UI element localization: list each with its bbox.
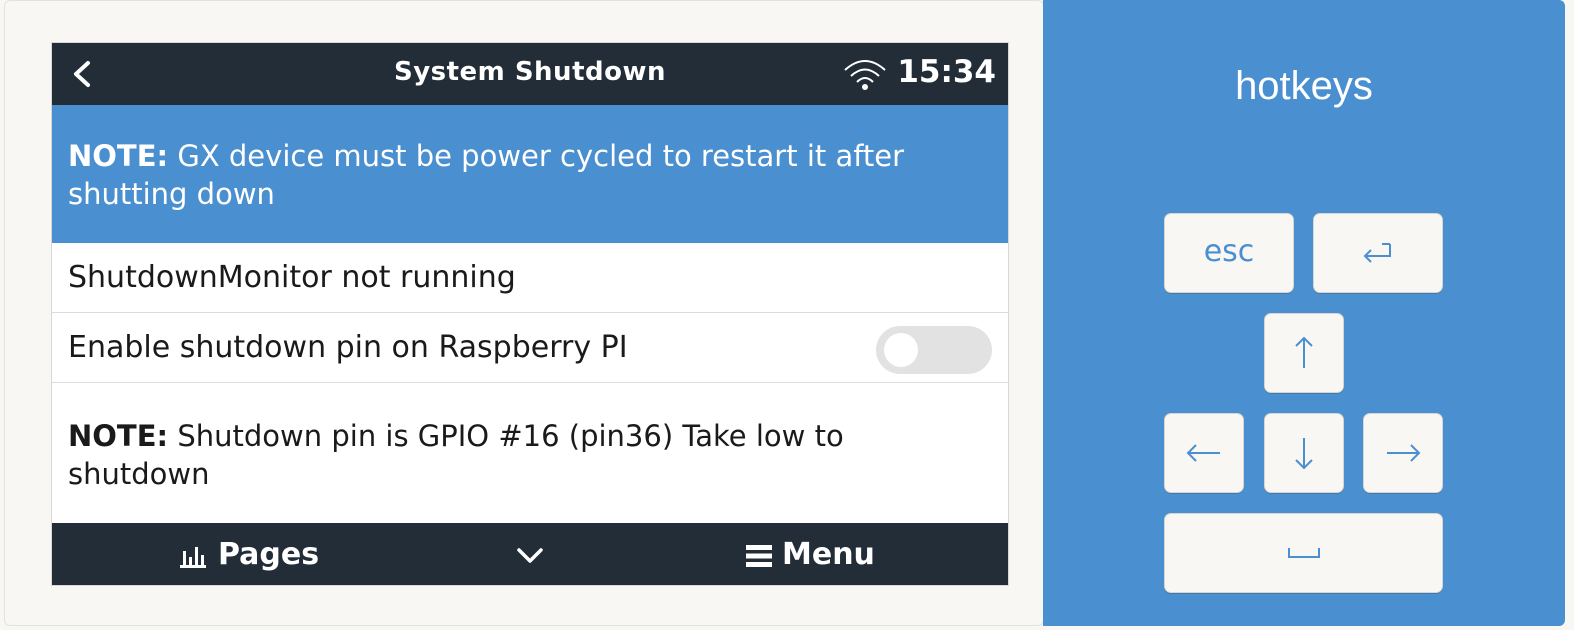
shutdown-pin-label: Enable shutdown pin on Raspberry PI	[68, 330, 628, 365]
arrow-up-icon	[1295, 336, 1313, 368]
toggle-knob	[884, 333, 918, 367]
power-cycle-note: NOTE: GX device must be power cycled to …	[52, 105, 1008, 243]
space-icon	[1287, 548, 1320, 558]
arrow-up-key[interactable]	[1264, 313, 1344, 393]
shutdown-pin-row[interactable]: Enable shutdown pin on Raspberry PI	[52, 313, 1008, 383]
note-label: NOTE:	[68, 419, 169, 453]
device-panel: System Shutdown 15:34 NOTE: GX device mu…	[4, 0, 1044, 626]
page: System Shutdown 15:34 NOTE: GX device mu…	[0, 0, 1574, 630]
hotkeys-title: hotkeys	[1235, 64, 1373, 108]
gpio-note: NOTE: Shutdown pin is GPIO #16 (pin36) T…	[52, 383, 1008, 523]
arrow-left-icon	[1186, 444, 1220, 462]
enter-key[interactable]	[1313, 213, 1443, 293]
enter-icon	[1363, 243, 1391, 263]
shutdown-monitor-label: ShutdownMonitor not running	[68, 260, 516, 295]
wifi-icon	[842, 57, 888, 91]
pages-icon	[180, 546, 206, 568]
arrow-down-icon	[1295, 438, 1313, 470]
pages-button[interactable]: Pages	[178, 523, 320, 585]
pages-label: Pages	[218, 537, 320, 572]
clock: 15:34	[897, 54, 996, 90]
shutdown-monitor-row: ShutdownMonitor not running	[52, 243, 1008, 313]
menu-label: Menu	[782, 537, 875, 572]
esc-key-label: esc	[1203, 234, 1255, 269]
hotkeys-panel: hotkeys esc	[1043, 0, 1565, 626]
menu-icon	[746, 544, 772, 567]
device-screen: System Shutdown 15:34 NOTE: GX device mu…	[51, 42, 1009, 586]
menu-button[interactable]: Menu	[744, 523, 875, 585]
arrow-right-icon	[1387, 444, 1421, 462]
title-bar: System Shutdown 15:34	[52, 43, 1008, 105]
arrow-left-key[interactable]	[1164, 413, 1244, 493]
bottom-bar: Pages Menu	[52, 523, 1008, 585]
note-text: Shutdown pin is GPIO #16 (pin36) Take lo…	[68, 419, 844, 491]
chevron-down-icon[interactable]	[514, 539, 546, 571]
esc-key[interactable]: esc	[1164, 213, 1294, 293]
note-label: NOTE:	[68, 139, 169, 173]
arrow-right-key[interactable]	[1363, 413, 1443, 493]
arrow-down-key[interactable]	[1264, 413, 1344, 493]
note-text: GX device must be power cycled to restar…	[68, 139, 905, 211]
space-key[interactable]	[1164, 513, 1443, 593]
shutdown-pin-toggle[interactable]	[876, 326, 992, 374]
